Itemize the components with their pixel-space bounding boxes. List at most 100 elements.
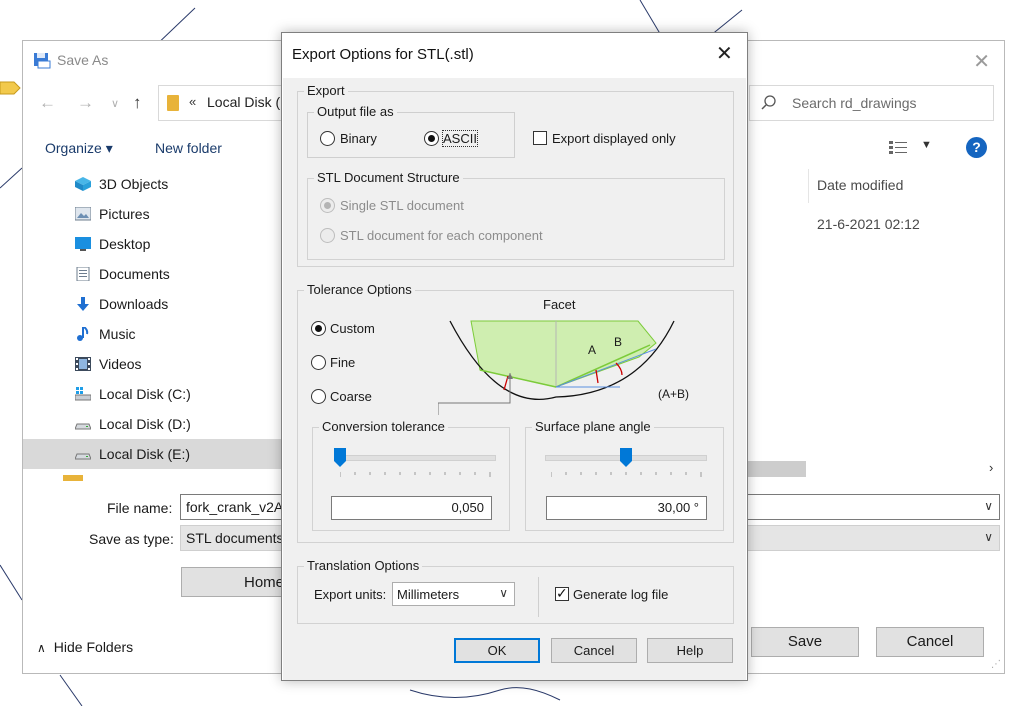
nav-item-3d-objects[interactable]: 3D Objects — [75, 169, 283, 199]
single-stl-label: Single STL document — [340, 198, 464, 213]
nav-item-label: Music — [99, 326, 136, 342]
single-stl-radio[interactable] — [320, 198, 335, 213]
save-as-type-select[interactable]: STL documents — [180, 525, 284, 551]
back-arrow-icon[interactable]: ← — [39, 93, 56, 113]
nav-item-label: Local Disk (C:) — [99, 386, 191, 402]
save-as-type-dropdown[interactable]: ∨ — [745, 525, 1000, 551]
navigation-pane: 3D Objects Pictures Desktop Documents Do… — [23, 165, 283, 469]
dialog-cancel-button[interactable]: Cancel — [551, 638, 637, 663]
nav-item-label: Local Disk (D:) — [99, 416, 191, 432]
ok-button[interactable]: OK — [454, 638, 540, 663]
chevron-down-icon: ∨ — [984, 499, 993, 513]
drive-icon — [75, 453, 91, 460]
organize-menu[interactable]: Organize ▾ — [45, 140, 113, 157]
stl-each-component-label: STL document for each component — [340, 228, 543, 243]
custom-tolerance-label[interactable]: Custom — [330, 321, 375, 336]
documents-icon — [76, 267, 90, 281]
binary-label[interactable]: Binary — [340, 131, 377, 146]
up-arrow-icon[interactable]: ↑ — [133, 93, 142, 113]
view-options-icon[interactable] — [889, 140, 909, 156]
nav-item-documents[interactable]: Documents — [75, 259, 283, 289]
export-units-value: Millimeters — [397, 587, 460, 602]
surface-plane-angle-ticks — [551, 472, 702, 477]
save-as-close-icon[interactable]: ✕ — [973, 49, 990, 74]
file-name-dropdown[interactable]: ∨ — [745, 494, 1000, 520]
coarse-tolerance-label[interactable]: Coarse — [330, 389, 372, 404]
recent-chevron-icon[interactable]: ∨ — [111, 97, 119, 110]
nav-item-pictures[interactable]: Pictures — [75, 199, 283, 229]
new-folder-button[interactable]: New folder — [155, 140, 222, 156]
save-button[interactable]: Save — [751, 627, 859, 657]
nav-item-label: Downloads — [99, 296, 169, 312]
column-header-date-modified[interactable]: Date modified — [808, 169, 1007, 203]
home-button-label: Home — [244, 574, 285, 591]
drive-icon — [75, 423, 91, 430]
file-name-input[interactable]: fork_crank_v2A — [180, 494, 284, 520]
nav-item-music[interactable]: Music — [75, 319, 283, 349]
pictures-icon — [75, 207, 91, 221]
help-button[interactable]: Help — [647, 638, 733, 663]
export-displayed-only-label[interactable]: Export displayed only — [552, 131, 676, 146]
nav-item-local-disk-c[interactable]: Local Disk (C:) — [75, 379, 283, 409]
downloads-icon — [77, 297, 89, 311]
breadcrumb-chevron-icon: « — [189, 94, 197, 109]
ascii-label[interactable]: ASCII — [442, 130, 478, 147]
export-displayed-only-checkbox[interactable] — [533, 131, 547, 145]
music-icon — [77, 327, 89, 341]
translation-group-title: Translation Options — [304, 558, 423, 573]
search-icon — [761, 95, 776, 110]
file-name-value: fork_crank_v2A — [186, 499, 284, 515]
generate-log-file-checkbox[interactable] — [555, 585, 569, 602]
save-as-app-icon — [34, 53, 51, 69]
conversion-tolerance-group: Conversion tolerance 0,050 — [312, 419, 510, 531]
nav-item-videos[interactable]: Videos — [75, 349, 283, 379]
home-button[interactable]: Home — [181, 567, 285, 597]
export-group: Export Output file as Binary ASCII Expor… — [297, 83, 734, 267]
nav-item-local-disk-e[interactable]: Local Disk (E:) — [23, 439, 283, 469]
resize-grip-icon[interactable]: ⋰ — [991, 659, 1001, 670]
label-a-plus-b: (A+B) — [658, 387, 690, 401]
surface-plane-angle-input[interactable]: 30,00 ° — [546, 496, 707, 520]
tolerance-options-group: Tolerance Options Custom Fine Coarse Fac… — [297, 282, 734, 543]
coarse-tolerance-radio[interactable] — [311, 389, 326, 404]
partial-folder-icon — [63, 475, 83, 481]
dialog-body: Export Output file as Binary ASCII Expor… — [283, 78, 746, 680]
nav-item-label: Videos — [99, 356, 142, 372]
nav-item-local-disk-d[interactable]: Local Disk (D:) — [75, 409, 283, 439]
facet-diagram — [438, 320, 675, 415]
nav-item-downloads[interactable]: Downloads — [75, 289, 283, 319]
conversion-tolerance-input[interactable]: 0,050 — [331, 496, 492, 520]
hide-folders-toggle[interactable]: ∧ Hide Folders — [37, 639, 133, 655]
search-input[interactable]: Search rd_drawings — [749, 85, 994, 121]
nav-item-label: Documents — [99, 266, 170, 282]
view-dropdown-chevron-icon[interactable]: ▼ — [921, 139, 932, 151]
fine-tolerance-label[interactable]: Fine — [330, 355, 355, 370]
nav-item-desktop[interactable]: Desktop — [75, 229, 283, 259]
nav-item-label: 3D Objects — [99, 176, 169, 192]
chevron-up-icon: ∧ — [37, 641, 46, 655]
conversion-tolerance-slider-thumb[interactable] — [334, 448, 347, 467]
cancel-button[interactable]: Cancel — [876, 627, 984, 657]
binary-radio[interactable] — [320, 131, 335, 146]
dialog-close-icon[interactable]: ✕ — [716, 41, 733, 66]
fine-tolerance-radio[interactable] — [311, 355, 326, 370]
export-group-title: Export — [304, 83, 348, 98]
file-row-date: 21-6-2021 02:12 — [817, 216, 920, 232]
conversion-tolerance-track[interactable] — [334, 455, 496, 461]
3d-objects-icon — [75, 177, 91, 191]
custom-tolerance-radio[interactable] — [311, 321, 326, 336]
surface-plane-angle-group: Surface plane angle 30,00 ° — [525, 419, 724, 531]
desktop-icon — [75, 237, 91, 251]
tolerance-group-title: Tolerance Options — [304, 282, 415, 297]
chevron-down-icon: ∨ — [499, 586, 508, 600]
ascii-radio[interactable] — [424, 131, 439, 146]
surface-plane-angle-slider-thumb[interactable] — [620, 448, 632, 467]
folder-icon — [167, 95, 179, 111]
export-units-select[interactable]: Millimeters ∨ — [392, 582, 515, 606]
forward-arrow-icon[interactable]: → — [77, 93, 94, 113]
help-icon[interactable]: ? — [966, 137, 987, 158]
scroll-right-arrow-icon[interactable]: › — [989, 460, 993, 475]
address-path: Local Disk ( — [207, 94, 281, 110]
generate-log-file-label[interactable]: Generate log file — [573, 587, 668, 602]
stl-each-component-radio[interactable] — [320, 228, 335, 243]
